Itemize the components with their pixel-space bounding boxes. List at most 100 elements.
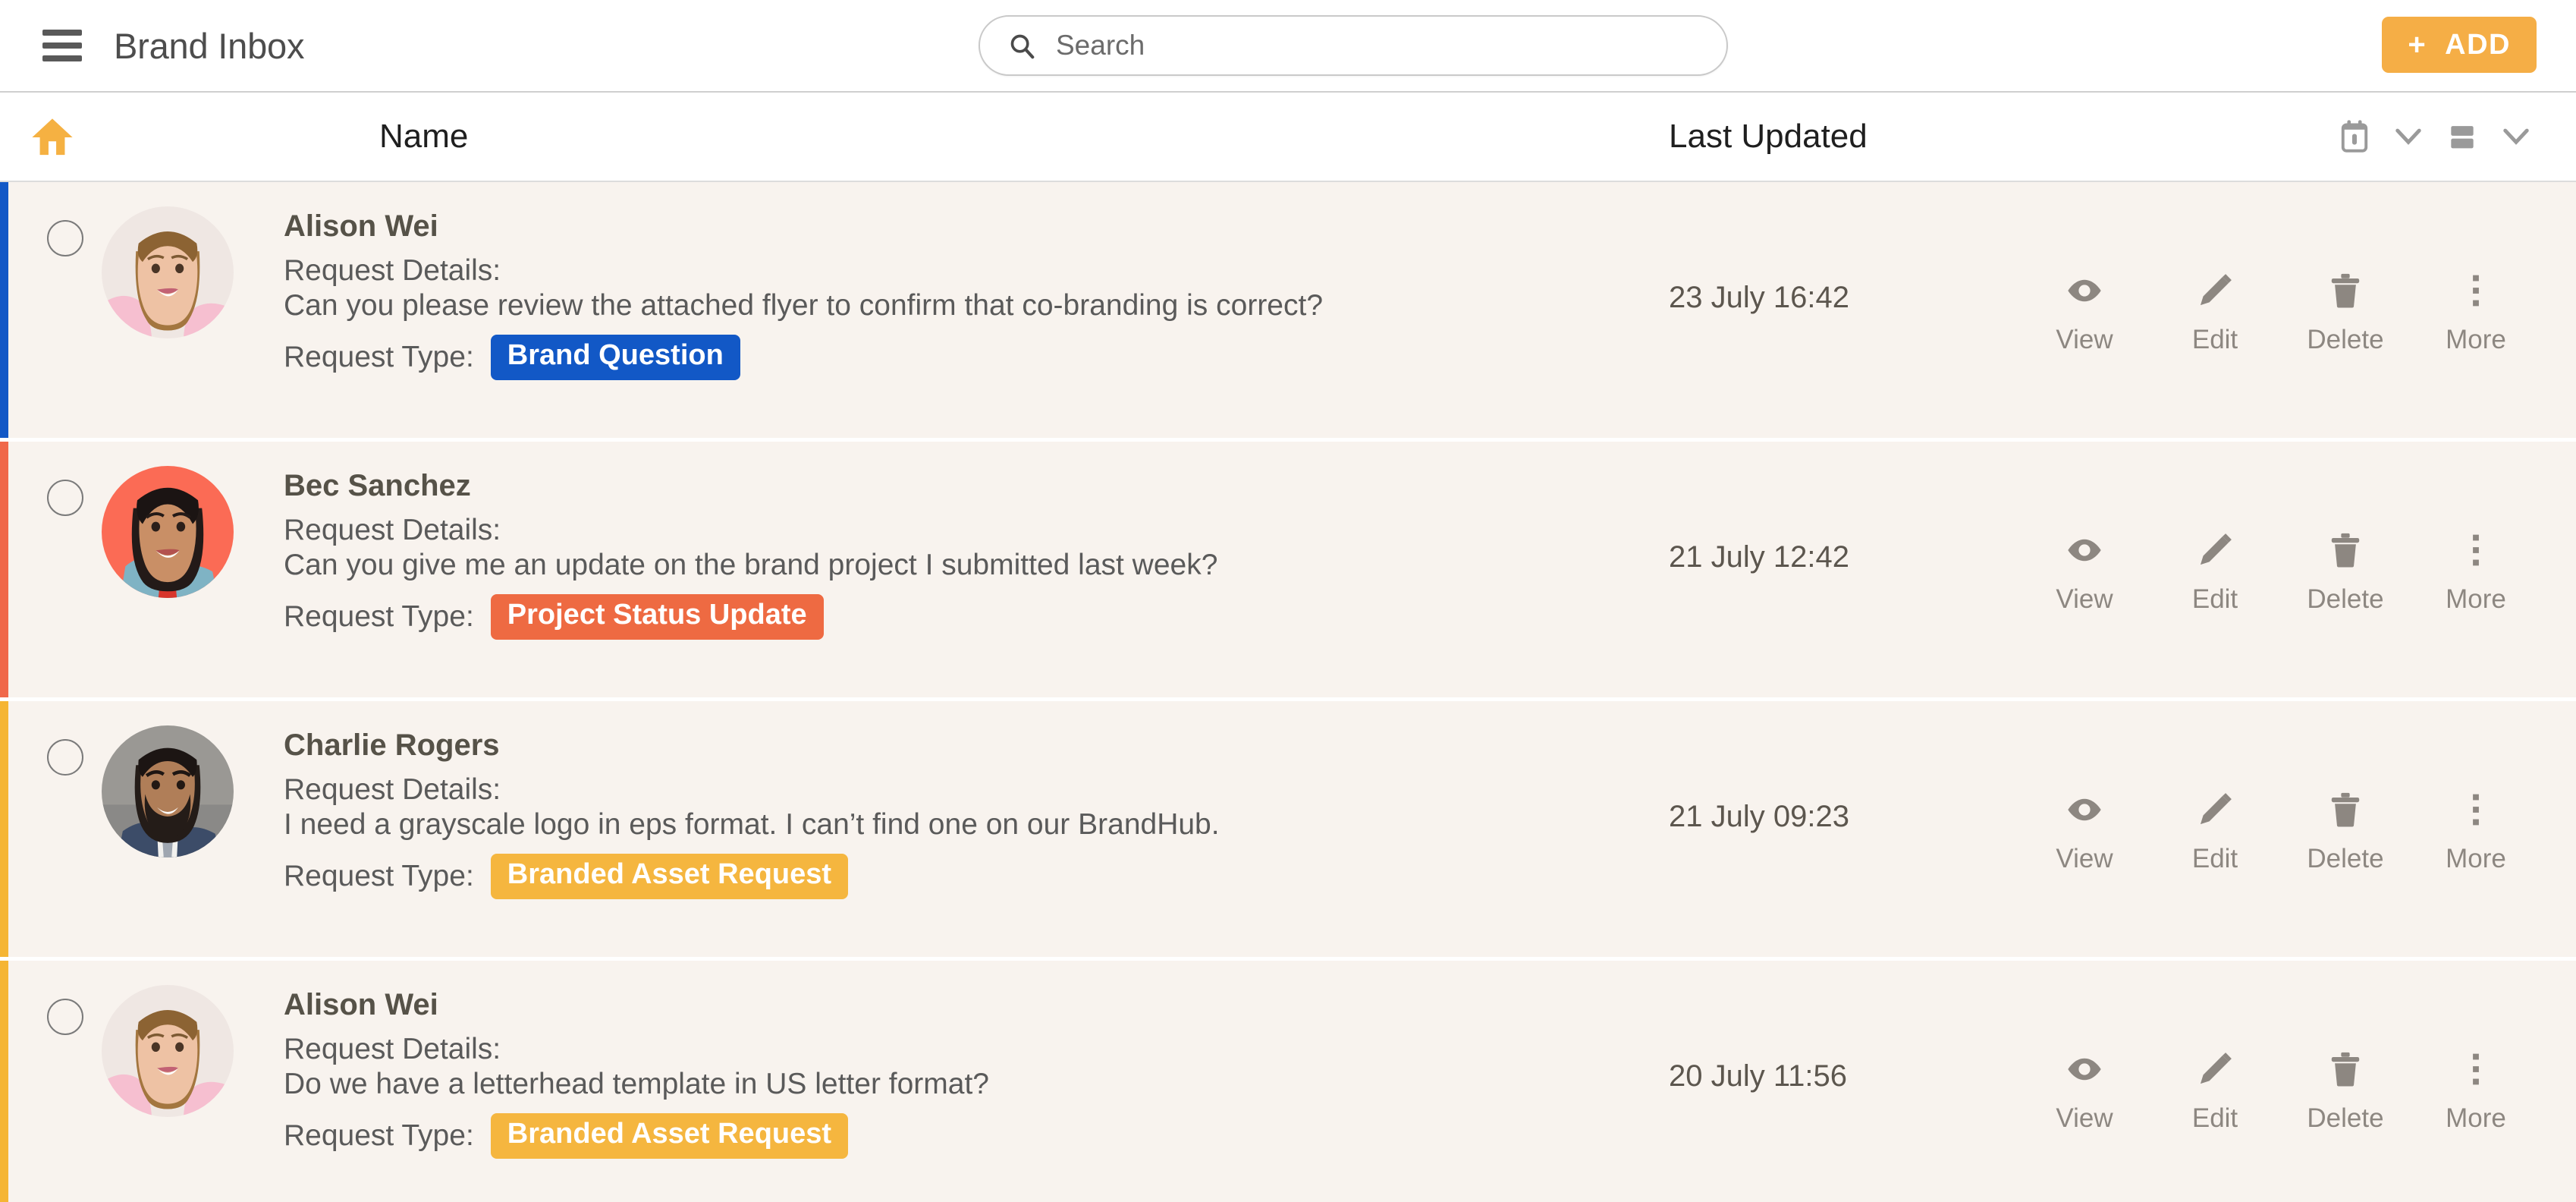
more-button[interactable]: More [2411, 530, 2541, 615]
delete-label: Delete [2307, 325, 2384, 354]
hamburger-bar-3 [42, 55, 82, 61]
row-actions: View Edit Delete More [2019, 1049, 2541, 1134]
row-last-updated: 21 July 12:42 [1669, 540, 1849, 574]
row-accent-bar [0, 442, 8, 697]
search-input[interactable] [1056, 30, 1663, 61]
edit-button[interactable]: Edit [2150, 270, 2280, 355]
edit-label: Edit [2191, 325, 2238, 354]
row-type-label: Request Type: [284, 340, 474, 373]
delete-label: Delete [2307, 844, 2384, 873]
avatar [102, 985, 234, 1117]
row-person-name: Bec Sanchez [284, 469, 471, 502]
row-type-label: Request Type: [284, 599, 474, 633]
view-label: View [2056, 584, 2113, 614]
page-title: Brand Inbox [114, 25, 305, 66]
edit-button[interactable]: Edit [2150, 530, 2280, 615]
more-vertical-icon [2456, 789, 2496, 830]
view-label: View [2056, 844, 2113, 873]
row-select-checkbox[interactable] [47, 220, 83, 256]
edit-label: Edit [2191, 1103, 2238, 1133]
delete-button[interactable]: Delete [2280, 530, 2411, 615]
more-label: More [2446, 584, 2506, 614]
status-badge[interactable]: Brand Question [490, 335, 740, 380]
more-vertical-icon [2456, 270, 2496, 311]
pencil-icon [2195, 530, 2235, 571]
chevron-down-icon-date[interactable] [2394, 127, 2423, 146]
trash-icon [2326, 530, 2365, 571]
more-label: More [2446, 325, 2506, 354]
trash-icon [2326, 270, 2365, 311]
status-badge[interactable]: Branded Asset Request [490, 854, 849, 899]
more-label: More [2446, 844, 2506, 873]
column-header-row: Name Last Updated [0, 93, 2576, 182]
view-button[interactable]: View [2019, 270, 2150, 355]
row-accent-bar [0, 701, 8, 957]
row-accent-bar [0, 961, 8, 1202]
top-app-bar: Brand Inbox + ADD [0, 0, 2576, 93]
delete-label: Delete [2307, 1103, 2384, 1133]
home-icon[interactable] [30, 115, 74, 159]
edit-label: Edit [2191, 844, 2238, 873]
chevron-down-icon-density[interactable] [2502, 127, 2530, 146]
plus-icon: + [2408, 28, 2427, 61]
avatar [102, 206, 234, 338]
hamburger-bar-1 [42, 30, 82, 36]
add-button-label: ADD [2445, 28, 2511, 61]
row-actions: View Edit Delete More [2019, 270, 2541, 355]
row-person-name: Alison Wei [284, 209, 438, 243]
eye-icon [2065, 530, 2104, 571]
trash-icon [2326, 1049, 2365, 1090]
table-row[interactable]: Bec Sanchez Request Details: Can you giv… [0, 442, 2576, 697]
more-vertical-icon [2456, 1049, 2496, 1090]
search-box[interactable] [979, 15, 1728, 76]
header-tools [2338, 119, 2530, 154]
row-actions: View Edit Delete More [2019, 530, 2541, 615]
row-select-checkbox[interactable] [47, 480, 83, 516]
more-label: More [2446, 1103, 2506, 1133]
delete-label: Delete [2307, 584, 2384, 614]
edit-button[interactable]: Edit [2150, 1049, 2280, 1134]
row-select-checkbox[interactable] [47, 739, 83, 776]
pencil-icon [2195, 789, 2235, 830]
hamburger-icon[interactable] [42, 30, 82, 61]
calendar-icon[interactable] [2338, 119, 2371, 154]
row-type-label: Request Type: [284, 859, 474, 892]
edit-button[interactable]: Edit [2150, 789, 2280, 874]
table-row[interactable]: Alison Wei Request Details: Do we have a… [0, 961, 2576, 1202]
row-type-label: Request Type: [284, 1119, 474, 1152]
more-button[interactable]: More [2411, 1049, 2541, 1134]
eye-icon [2065, 270, 2104, 311]
row-person-name: Charlie Rogers [284, 728, 500, 762]
view-button[interactable]: View [2019, 789, 2150, 874]
table-row[interactable]: Charlie Rogers Request Details: I need a… [0, 701, 2576, 957]
pencil-icon [2195, 270, 2235, 311]
delete-button[interactable]: Delete [2280, 789, 2411, 874]
status-badge[interactable]: Project Status Update [490, 594, 824, 640]
delete-button[interactable]: Delete [2280, 1049, 2411, 1134]
search-icon [1007, 31, 1036, 60]
view-button[interactable]: View [2019, 530, 2150, 615]
row-last-updated: 21 July 09:23 [1669, 800, 1849, 833]
column-header-name[interactable]: Name [379, 118, 468, 156]
column-header-last-updated[interactable]: Last Updated [1669, 118, 1868, 156]
request-list: Alison Wei Request Details: Can you plea… [0, 182, 2576, 1202]
eye-icon [2065, 789, 2104, 830]
table-row[interactable]: Alison Wei Request Details: Can you plea… [0, 182, 2576, 438]
more-vertical-icon [2456, 530, 2496, 571]
more-button[interactable]: More [2411, 789, 2541, 874]
status-badge[interactable]: Branded Asset Request [490, 1113, 849, 1159]
row-last-updated: 23 July 16:42 [1669, 281, 1849, 314]
row-select-checkbox[interactable] [47, 999, 83, 1035]
eye-icon [2065, 1049, 2104, 1090]
view-label: View [2056, 1103, 2113, 1133]
row-density-icon[interactable] [2446, 120, 2479, 153]
delete-button[interactable]: Delete [2280, 270, 2411, 355]
row-last-updated: 20 July 11:56 [1669, 1059, 1847, 1093]
edit-label: Edit [2191, 584, 2238, 614]
row-accent-bar [0, 182, 8, 438]
more-button[interactable]: More [2411, 270, 2541, 355]
avatar [102, 725, 234, 857]
view-button[interactable]: View [2019, 1049, 2150, 1134]
add-button[interactable]: + ADD [2382, 17, 2537, 73]
row-actions: View Edit Delete More [2019, 789, 2541, 874]
